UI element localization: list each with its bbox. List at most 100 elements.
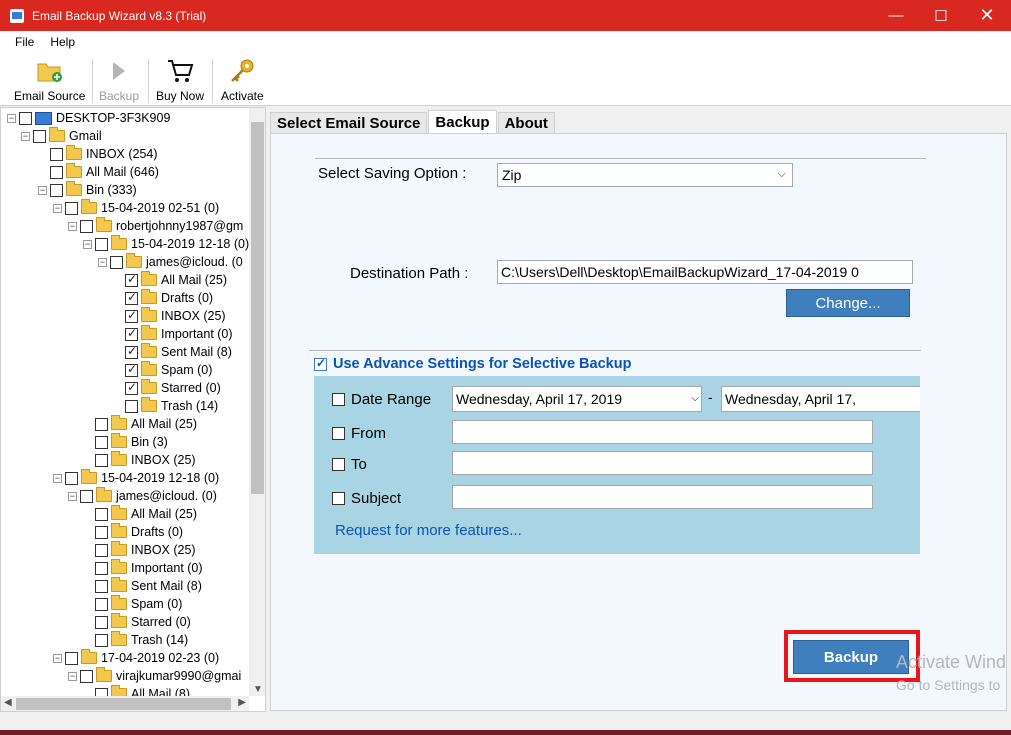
tree-checkbox[interactable] — [95, 525, 108, 539]
from-checkbox[interactable] — [332, 427, 345, 440]
request-features-link[interactable]: Request for more features... — [335, 522, 522, 539]
tree-checkbox[interactable] — [125, 308, 138, 323]
tree-node[interactable]: Important (0) — [83, 559, 203, 577]
tree-checkbox[interactable] — [125, 344, 138, 359]
tree-node[interactable]: Drafts (0) — [113, 289, 213, 307]
tree-checkbox[interactable] — [50, 183, 63, 197]
tree-checkbox[interactable] — [95, 561, 108, 575]
date-range-checkbox[interactable] — [332, 393, 345, 406]
tree-horizontal-scrollbar[interactable]: ◀ ▶ — [1, 696, 249, 711]
tree-node[interactable]: − 15-04-2019 12-18 (0) — [53, 469, 219, 487]
tree-checkbox[interactable] — [50, 147, 63, 161]
tree-checkbox[interactable] — [95, 417, 108, 431]
advance-settings-checkbox[interactable] — [314, 356, 327, 371]
tree-checkbox[interactable] — [80, 489, 93, 503]
tree-expander-icon[interactable]: − — [68, 221, 77, 231]
subject-input[interactable] — [452, 485, 873, 509]
tree-node[interactable]: INBOX (25) — [83, 541, 196, 559]
tree-checkbox[interactable] — [95, 543, 108, 557]
tree-expander-icon[interactable]: − — [98, 257, 107, 267]
tree-checkbox[interactable] — [95, 435, 108, 449]
tree-checkbox[interactable] — [125, 326, 138, 341]
subject-option[interactable]: Subject — [332, 490, 401, 507]
tree-expander-icon[interactable]: − — [83, 239, 92, 249]
tree-node[interactable]: − 15-04-2019 02-51 (0) — [53, 199, 219, 217]
tree-node[interactable]: Sent Mail (8) — [83, 577, 202, 595]
tree-node[interactable]: Important (0) — [113, 325, 233, 343]
tree-node[interactable]: − james@icloud. (0) — [68, 487, 217, 505]
tree-expander-icon[interactable]: − — [68, 671, 77, 681]
advance-settings-toggle[interactable]: Use Advance Settings for Selective Backu… — [314, 356, 631, 372]
tree-checkbox[interactable] — [125, 290, 138, 305]
scroll-down-icon[interactable]: ▼ — [253, 684, 263, 695]
backup-toolbar-button[interactable]: Backup — [99, 57, 139, 105]
tree-checkbox[interactable] — [125, 362, 138, 377]
tree-expander-icon[interactable]: − — [68, 491, 77, 501]
tree-node[interactable]: All Mail (25) — [83, 415, 197, 433]
subject-checkbox[interactable] — [332, 492, 345, 505]
tree-node[interactable]: Starred (0) — [113, 379, 221, 397]
tree-checkbox[interactable] — [50, 165, 63, 179]
tree-checkbox[interactable] — [95, 507, 108, 521]
from-option[interactable]: From — [332, 425, 386, 442]
tree-node[interactable]: Bin (3) — [83, 433, 168, 451]
tree-node[interactable]: INBOX (25) — [83, 451, 196, 469]
tree-node[interactable]: INBOX (25) — [113, 307, 226, 325]
scroll-left-icon[interactable]: ◀ — [4, 697, 12, 708]
tree-checkbox[interactable] — [95, 579, 108, 593]
to-checkbox[interactable] — [332, 458, 345, 471]
tree-node[interactable]: Trash (14) — [113, 397, 218, 415]
tree-node[interactable]: − virajkumar9990@gmai — [68, 667, 241, 685]
tree-node[interactable]: All Mail (646) — [38, 163, 159, 181]
tree-checkbox[interactable] — [125, 272, 138, 287]
tree-node[interactable]: All Mail (25) — [83, 505, 197, 523]
tree-checkbox[interactable] — [95, 237, 108, 251]
tree-expander-icon[interactable]: − — [53, 653, 62, 663]
tree-checkbox[interactable] — [110, 255, 123, 269]
date-range-option[interactable]: Date Range — [332, 391, 431, 408]
backup-button[interactable]: Backup — [793, 640, 909, 674]
tree-node[interactable]: Spam (0) — [113, 361, 212, 379]
tree-checkbox[interactable] — [33, 129, 46, 143]
tree-checkbox[interactable] — [125, 380, 138, 395]
tree-node[interactable]: Starred (0) — [83, 613, 191, 631]
tree-checkbox[interactable] — [65, 651, 78, 665]
tree-expander-icon[interactable]: − — [7, 113, 16, 123]
tree-vertical-scrollbar[interactable]: ▼ — [249, 108, 265, 696]
tab-about[interactable]: About — [497, 112, 555, 134]
date-from-picker[interactable]: Wednesday, April 17, 2019 ⌵ — [452, 386, 702, 412]
change-button[interactable]: Change... — [786, 289, 910, 317]
tree-checkbox[interactable] — [80, 219, 93, 233]
tree-node[interactable]: − Bin (333) — [38, 181, 137, 199]
tree-expander-icon[interactable]: − — [38, 185, 47, 195]
tree-node[interactable]: All Mail (25) — [113, 271, 227, 289]
tree-node[interactable]: − robertjohnny1987@gm — [68, 217, 243, 235]
maximize-button[interactable]: ☐ — [918, 0, 964, 31]
tree-checkbox[interactable] — [95, 597, 108, 611]
minimize-button[interactable]: — — [873, 0, 919, 31]
tree-checkbox[interactable] — [95, 453, 108, 467]
tree-node[interactable]: − james@icloud. (0 — [98, 253, 243, 271]
menu-help[interactable]: Help — [42, 35, 83, 49]
tree-checkbox[interactable] — [65, 471, 78, 485]
scroll-right-icon[interactable]: ▶ — [238, 697, 246, 708]
tree-node[interactable]: − 17-04-2019 02-23 (0) — [53, 649, 219, 667]
tree-node[interactable]: Trash (14) — [83, 631, 188, 649]
tree-expander-icon[interactable]: − — [21, 131, 30, 141]
tree-expander-icon[interactable]: − — [53, 203, 62, 213]
tree-checkbox[interactable] — [65, 201, 78, 215]
date-to-picker[interactable]: Wednesday, April 17, — [721, 386, 920, 412]
tree-checkbox[interactable] — [125, 399, 138, 413]
scrollbar-thumb[interactable] — [251, 122, 264, 494]
saving-option-select[interactable]: Zip ⌵ — [497, 163, 793, 187]
destination-path-input[interactable]: C:\Users\Dell\Desktop\EmailBackupWizard_… — [497, 260, 913, 284]
to-option[interactable]: To — [332, 456, 367, 473]
tree-node[interactable]: Drafts (0) — [83, 523, 183, 541]
tree-node[interactable]: − DESKTOP-3F3K909 — [7, 109, 170, 127]
menu-file[interactable]: File — [7, 35, 42, 49]
close-button[interactable]: ✕ — [964, 0, 1010, 31]
tree-expander-icon[interactable]: − — [53, 473, 62, 483]
tree-node[interactable]: Sent Mail (8) — [113, 343, 232, 361]
email-source-button[interactable]: Email Source — [14, 57, 85, 105]
scrollbar-thumb[interactable] — [16, 698, 231, 710]
